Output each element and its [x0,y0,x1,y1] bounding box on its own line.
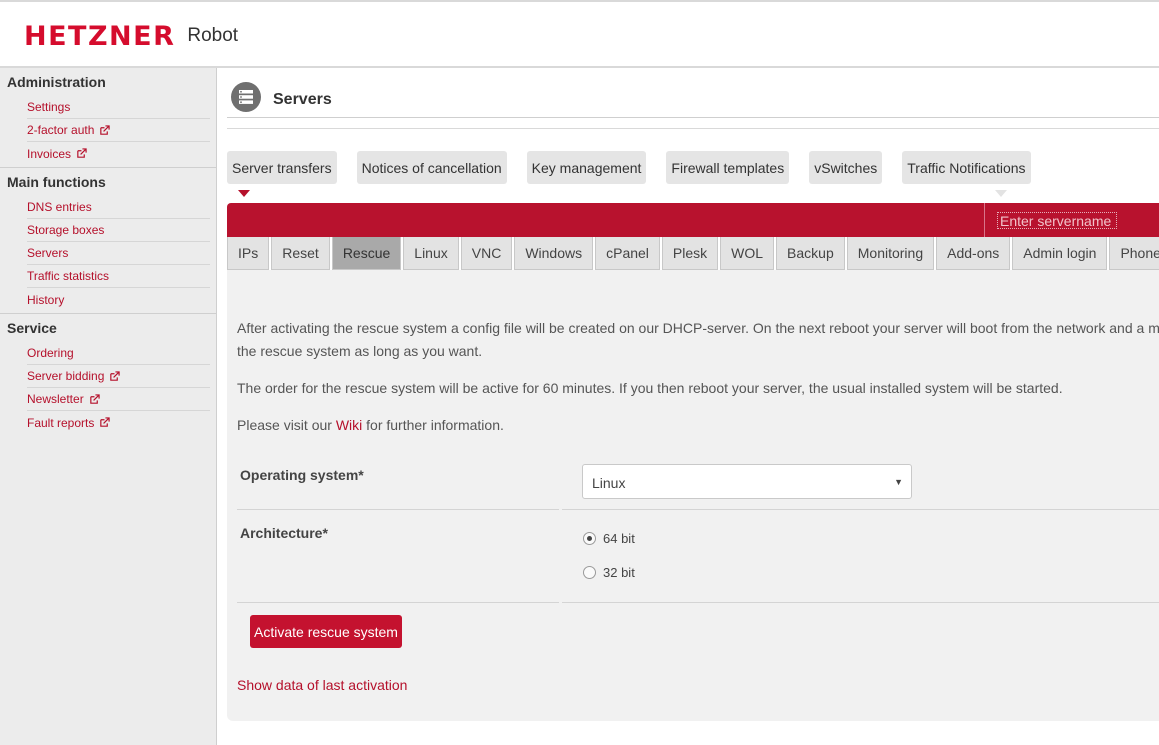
external-link-icon [100,124,111,135]
tab-phone[interactable]: Phone [1109,237,1159,270]
wiki-link[interactable]: Wiki [336,417,362,433]
sidebar-item-label: Invoices [27,146,72,161]
os-select-value: Linux [592,475,626,491]
sidebar-section-title: Main functions [7,174,106,190]
hetzner-logo[interactable]: HETZNER Robot [24,20,239,52]
wiki-text: Please visit our Wiki for further inform… [237,414,1159,437]
sidebar-item-newsletter[interactable]: Newsletter [27,388,210,411]
tab-cpanel[interactable]: cPanel [595,237,660,270]
sidebar-item-2-factor-auth[interactable]: 2-factor auth [27,119,210,142]
divider [562,509,1159,510]
intro-text-continued: the rescue system as long as you want. [237,340,1159,363]
server-tabs: IPs Reset Rescue Linux VNC Windows cPane… [227,237,1159,270]
wiki-prefix: Please visit our [237,417,336,433]
tab-plesk[interactable]: Plesk [661,237,719,270]
sidebar-item-storage-boxes[interactable]: Storage boxes [27,219,210,242]
arch-option-label: 32 bit [603,565,635,580]
sidebar-section-title: Administration [7,74,106,90]
radio-checked-icon[interactable] [583,532,596,545]
caret-down-icon [238,190,250,197]
tab-admin-login[interactable]: Admin login [1012,237,1108,270]
divider [237,509,559,510]
tab-wol[interactable]: WOL [720,237,775,270]
sidebar-section-administration: Administration Settings 2-factor auth In… [0,68,216,168]
os-select[interactable]: Linux ▼ [582,464,912,499]
order-text: The order for the rescue system will be … [237,377,1159,400]
sidebar-item-ordering[interactable]: Ordering [27,342,210,365]
radio-unchecked-icon[interactable] [583,566,596,579]
external-link-icon [100,417,111,427]
tab-backup[interactable]: Backup [776,237,845,270]
sidebar-item-label: Ordering [27,346,74,360]
select-arrow-icon: ▼ [894,477,903,487]
tab-linux[interactable]: Linux [403,237,459,270]
tab-windows[interactable]: Windows [514,237,594,270]
server-search [984,203,1159,237]
activate-rescue-button[interactable]: Activate rescue system [250,615,402,648]
logo-suffix: Robot [187,25,239,46]
tab-ips[interactable]: IPs [227,237,270,270]
logo-text: HETZNER [24,20,176,52]
sidebar-item-traffic-statistics[interactable]: Traffic statistics [27,265,210,288]
subnav-traffic-notifications[interactable]: Traffic Notifications [902,151,1031,184]
order-text-content: The order for the rescue system will be … [237,380,1063,396]
sidebar-item-label: Newsletter [27,392,84,406]
divider [227,128,1159,129]
sidebar-item-label: Server bidding [27,369,105,383]
sidebar-item-invoices[interactable]: Invoices [27,142,210,165]
divider [562,602,1159,603]
sidebar-item-label: History [27,292,65,307]
sidebar-item-label: Traffic statistics [27,269,110,283]
subnav-key-management[interactable]: Key management [526,151,647,184]
server-subnav: Server transfers Notices of cancellation… [227,151,1051,184]
arch-option-label: 64 bit [603,531,635,546]
tab-vnc[interactable]: VNC [460,237,513,270]
intro-line-1: After activating the rescue system a con… [237,320,1159,336]
sidebar-item-dns-entries[interactable]: DNS entries [27,196,210,219]
sidebar-item-fault-reports[interactable]: Fault reports [27,411,210,434]
intro-text: After activating the rescue system a con… [237,317,1159,340]
sidebar-section-title: Service [7,320,57,336]
external-link-icon [77,148,87,158]
show-last-activation-link[interactable]: Show data of last activation [237,677,407,693]
page-header: Servers [227,68,1159,118]
tab-rescue[interactable]: Rescue [331,237,402,270]
sidebar-item-label: Settings [27,100,71,114]
external-link-icon [89,393,100,404]
rescue-panel: After activating the rescue system a con… [227,270,1159,721]
page-title: Servers [273,91,332,108]
sidebar-item-label: Storage boxes [27,223,105,237]
sidebar-item-server-bidding[interactable]: Server bidding [27,365,210,388]
server-bar [227,203,1159,237]
subnav-notices-of-cancellation[interactable]: Notices of cancellation [356,151,507,184]
sidebar-item-history[interactable]: History [27,288,210,311]
sidebar-item-label: DNS entries [27,200,92,214]
sidebar: Administration Settings 2-factor auth In… [0,68,217,745]
sidebar-item-label: Fault reports [27,415,95,430]
subnav-server-transfers[interactable]: Server transfers [227,151,337,184]
wiki-suffix: for further information. [362,417,504,433]
servername-input[interactable] [997,212,1117,229]
arch-label: Architecture* [240,525,328,541]
sidebar-item-label: Servers [27,246,69,260]
caret-down-icon [995,190,1007,197]
intro-line-2: the rescue system as long as you want. [237,343,483,359]
tab-monitoring[interactable]: Monitoring [846,237,935,270]
tab-reset[interactable]: Reset [271,237,330,270]
sidebar-item-servers[interactable]: Servers [27,242,210,265]
arch-option-32[interactable]: 32 bit [583,565,635,580]
subnav-firewall-templates[interactable]: Firewall templates [666,151,790,184]
top-header: HETZNER Robot [0,0,1159,68]
subnav-vswitches[interactable]: vSwitches [809,151,883,184]
external-link-icon [110,370,121,381]
sidebar-section-main-functions: Main functions DNS entries Storage boxes… [0,168,216,314]
server-icon [231,82,261,112]
sidebar-item-label: 2-factor auth [27,123,95,137]
sidebar-item-settings[interactable]: Settings [27,96,210,119]
divider [237,602,559,603]
arch-option-64[interactable]: 64 bit [583,531,635,546]
os-label: Operating system* [240,467,364,483]
sidebar-section-service: Service Ordering Server bidding Newslett… [0,314,216,436]
tab-add-ons[interactable]: Add-ons [936,237,1011,270]
